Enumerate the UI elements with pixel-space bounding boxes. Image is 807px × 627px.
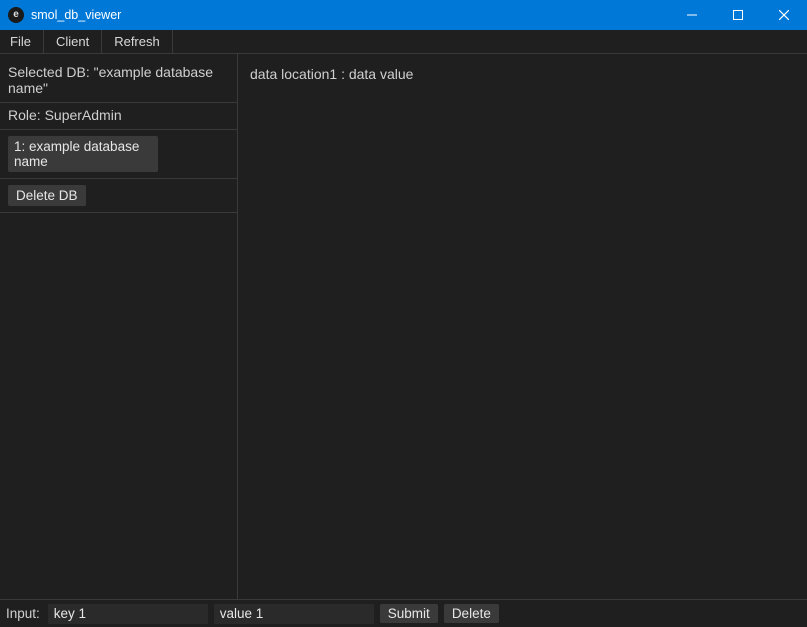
- titlebar: e smol_db_viewer: [0, 0, 807, 30]
- delete-db-button[interactable]: Delete DB: [8, 185, 86, 206]
- app-icon-letter: e: [13, 10, 19, 20]
- bottom-bar: Input: Submit Delete: [0, 599, 807, 627]
- selected-db-label: Selected DB: "example database name": [0, 60, 237, 103]
- minimize-button[interactable]: [669, 0, 715, 30]
- close-icon: [779, 10, 789, 20]
- maximize-button[interactable]: [715, 0, 761, 30]
- role-label: Role: SuperAdmin: [0, 103, 237, 130]
- menu-client[interactable]: Client: [44, 30, 102, 53]
- value-input[interactable]: [214, 604, 374, 624]
- data-entry-line: data location1 : data value: [250, 66, 795, 82]
- db-list-row: 1: example database name: [0, 130, 237, 179]
- menu-file[interactable]: File: [0, 30, 44, 53]
- key-input[interactable]: [48, 604, 208, 624]
- input-label: Input:: [6, 606, 42, 621]
- sidebar: Selected DB: "example database name" Rol…: [0, 54, 238, 599]
- main-pane: data location1 : data value: [238, 54, 807, 599]
- maximize-icon: [733, 10, 743, 20]
- close-button[interactable]: [761, 0, 807, 30]
- minimize-icon: [687, 10, 697, 20]
- menubar: File Client Refresh: [0, 30, 807, 54]
- delete-button[interactable]: Delete: [444, 604, 499, 623]
- app-icon: e: [8, 7, 24, 23]
- submit-button[interactable]: Submit: [380, 604, 438, 623]
- delete-db-row: Delete DB: [0, 179, 237, 213]
- content-area: Selected DB: "example database name" Rol…: [0, 54, 807, 599]
- db-list-item[interactable]: 1: example database name: [8, 136, 158, 172]
- menu-refresh[interactable]: Refresh: [102, 30, 173, 53]
- window-title: smol_db_viewer: [31, 8, 121, 22]
